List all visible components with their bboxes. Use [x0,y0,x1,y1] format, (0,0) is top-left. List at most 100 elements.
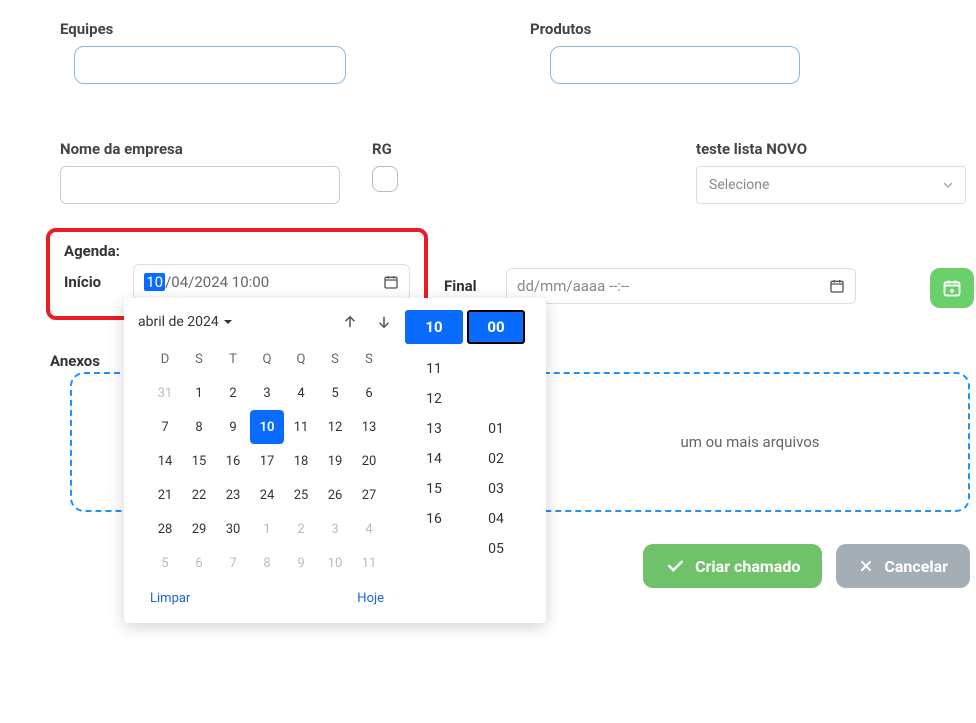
calendar-day[interactable]: 17 [250,444,284,478]
calendar-day[interactable]: 30 [216,512,250,546]
calendar-dow: Q [250,342,284,376]
chevron-down-icon [943,182,953,188]
agenda-label: Agenda: [64,242,410,260]
lista-select[interactable]: Selecione [696,166,966,204]
calendar-dow: D [148,342,182,376]
inicio-datetime-input[interactable]: 10/04/2024 10:00 [133,264,410,300]
calendar-next-button[interactable] [372,310,396,334]
create-button-label: Criar chamado [695,557,800,576]
calendar-grid: DSTQQSS311234567891011121314151617181920… [138,342,396,580]
calendar-day[interactable]: 11 [284,410,318,444]
calendar-day[interactable]: 24 [250,478,284,512]
minute-option[interactable]: 02 [476,444,516,474]
calendar-day[interactable]: 6 [182,546,216,580]
hour-selected[interactable]: 10 [405,310,463,344]
datetime-picker-popup: abril de 2024 [124,298,546,623]
calendar-day[interactable]: 2 [284,512,318,546]
calendar-today-button[interactable]: Hoje [351,590,390,607]
inicio-label: Início [64,273,125,291]
final-placeholder-text: dd/mm/aaaa --:-- [517,277,629,295]
calendar-day[interactable]: 5 [148,546,182,580]
calendar-dow: Q [284,342,318,376]
check-icon [665,556,685,576]
calendar-icon[interactable] [829,278,845,294]
calendar-day[interactable]: 16 [216,444,250,478]
calendar-day[interactable]: 10 [250,410,284,444]
close-icon [858,558,874,574]
create-button[interactable]: Criar chamado [643,544,822,588]
calendar-dow: T [216,342,250,376]
calendar-day[interactable]: 4 [284,376,318,410]
calendar-day[interactable]: 9 [216,410,250,444]
calendar-day[interactable]: 2 [216,376,250,410]
produtos-label: Produtos [530,20,850,38]
calendar-day[interactable]: 20 [352,444,386,478]
hour-option[interactable]: 16 [414,504,454,534]
inicio-rest: /04/2024 10:00 [165,273,269,291]
calendar-day[interactable]: 19 [318,444,352,478]
add-agenda-button[interactable] [930,268,974,308]
calendar-day[interactable]: 21 [148,478,182,512]
calendar-day[interactable]: 28 [148,512,182,546]
calendar-day[interactable]: 22 [182,478,216,512]
lista-selected-text: Selecione [709,177,769,193]
rg-label: RG [372,140,398,158]
calendar-dow: S [352,342,386,376]
calendar-day[interactable]: 10 [318,546,352,580]
calendar-day[interactable]: 13 [352,410,386,444]
calendar-day[interactable]: 7 [216,546,250,580]
equipes-input[interactable] [74,46,346,84]
calendar-day[interactable]: 15 [182,444,216,478]
minute-option[interactable]: 03 [476,474,516,504]
equipes-label: Equipes [60,20,380,38]
calendar-day[interactable]: 11 [352,546,386,580]
calendar-day[interactable]: 26 [318,478,352,512]
rg-checkbox[interactable] [372,166,398,192]
hour-option[interactable]: 15 [414,474,454,504]
calendar-day[interactable]: 23 [216,478,250,512]
hour-option[interactable]: 11 [414,354,454,384]
minute-option[interactable]: 01 [476,414,516,444]
cancel-button[interactable]: Cancelar [836,544,970,588]
minute-option[interactable]: 05 [476,534,516,564]
calendar-prev-button[interactable] [338,310,362,334]
empresa-input[interactable] [60,166,340,204]
calendar-day[interactable]: 3 [250,376,284,410]
calendar-month-label: abril de 2024 [138,314,219,330]
calendar-day[interactable]: 12 [318,410,352,444]
calendar-dow: S [182,342,216,376]
calendar-day[interactable]: 6 [352,376,386,410]
calendar-day[interactable]: 31 [148,376,182,410]
cancel-button-label: Cancelar [884,557,948,576]
calendar-day[interactable]: 14 [148,444,182,478]
calendar-dow: S [318,342,352,376]
calendar-day[interactable]: 9 [284,546,318,580]
calendar-clear-button[interactable]: Limpar [144,590,196,607]
hour-option[interactable]: 14 [414,444,454,474]
minute-option[interactable]: 04 [476,504,516,534]
hour-option[interactable]: 12 [414,384,454,414]
calendar-day[interactable]: 3 [318,512,352,546]
calendar-day[interactable]: 1 [182,376,216,410]
calendar-day[interactable]: 18 [284,444,318,478]
final-label: Final [444,277,494,295]
lista-label: teste lista NOVO [696,140,966,158]
calendar-icon[interactable] [383,274,399,290]
inicio-day-highlight: 10 [144,273,165,291]
calendar-day[interactable]: 27 [352,478,386,512]
calendar-day[interactable]: 25 [284,478,318,512]
calendar-month-selector[interactable]: abril de 2024 [138,314,233,330]
produtos-input[interactable] [550,46,800,84]
calendar-day[interactable]: 29 [182,512,216,546]
hour-option[interactable]: 13 [414,414,454,444]
final-datetime-input[interactable]: dd/mm/aaaa --:-- [506,268,856,304]
calendar-day[interactable]: 8 [250,546,284,580]
arrow-down-icon [375,313,393,331]
calendar-day[interactable]: 1 [250,512,284,546]
calendar-plus-icon [942,278,962,298]
calendar-day[interactable]: 5 [318,376,352,410]
calendar-day[interactable]: 8 [182,410,216,444]
calendar-day[interactable]: 4 [352,512,386,546]
calendar-day[interactable]: 7 [148,410,182,444]
minute-selected[interactable]: 00 [467,310,525,344]
